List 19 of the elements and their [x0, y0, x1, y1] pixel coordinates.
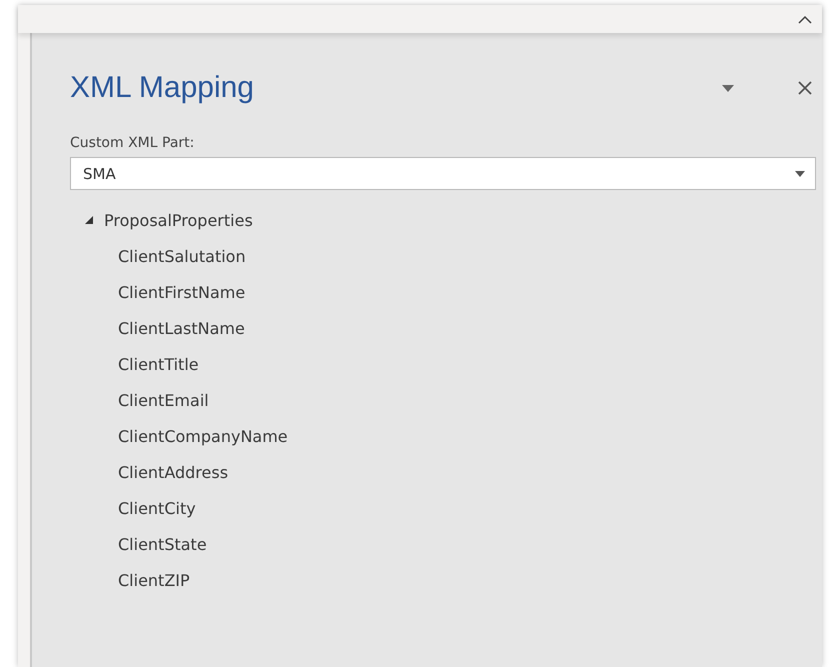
- caret-down-icon: [795, 170, 805, 176]
- tree-node[interactable]: ClientFirstName: [118, 282, 246, 302]
- pane-title: XML Mapping: [70, 71, 255, 105]
- field-label: Custom XML Part:: [70, 135, 196, 151]
- tree-node[interactable]: ProposalProperties: [104, 210, 253, 230]
- close-icon: [798, 81, 812, 95]
- tree-node[interactable]: ClientAddress: [118, 462, 228, 482]
- tree-node[interactable]: ClientTitle: [118, 354, 199, 374]
- tree-node[interactable]: ClientSalutation: [118, 246, 246, 266]
- caret-down-icon: [722, 84, 734, 92]
- caret-up-icon: [798, 14, 812, 24]
- tree-node[interactable]: ClientCity: [118, 498, 196, 518]
- custom-xml-part-dropdown[interactable]: SMA: [70, 157, 816, 190]
- tree-node[interactable]: ClientState: [118, 534, 207, 554]
- tree-node[interactable]: ClientLastName: [118, 318, 245, 338]
- tree-node[interactable]: ClientZIP: [118, 570, 190, 590]
- tree-node[interactable]: ClientCompanyName: [118, 426, 288, 446]
- tree-node[interactable]: ClientEmail: [118, 390, 209, 410]
- expanded-triangle-icon[interactable]: [84, 215, 94, 225]
